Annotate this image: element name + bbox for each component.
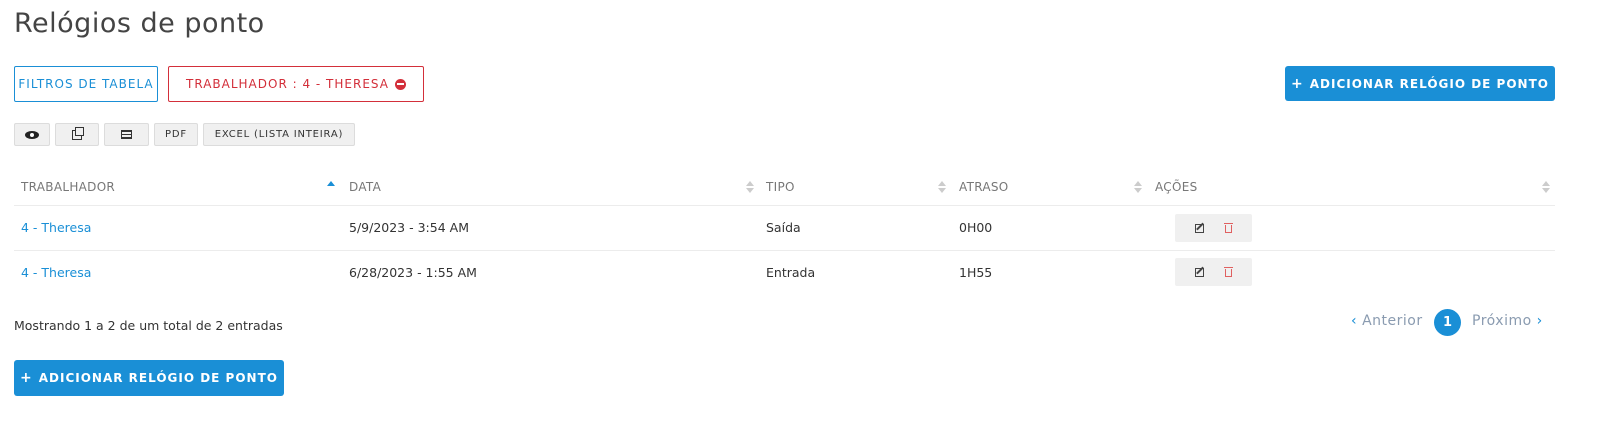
excel-label: EXCEL (LISTA INTEIRA) (214, 129, 344, 140)
edit-icon[interactable] (1195, 223, 1205, 233)
column-header-worker[interactable]: TRABALHADOR (21, 180, 115, 194)
excel-button[interactable]: EXCEL (LISTA INTEIRA) (203, 123, 355, 146)
copy-button[interactable] (55, 123, 99, 146)
add-time-clock-label: ADICIONAR RELÓGIO DE PONTO (38, 371, 278, 385)
sort-icon[interactable] (1134, 181, 1142, 193)
chevron-right-icon: › (1536, 313, 1543, 329)
page-title: Relógios de ponto (14, 8, 265, 39)
pdf-button[interactable]: PDF (154, 123, 198, 146)
previous-label: Anterior (1362, 313, 1423, 329)
date-cell: 5/9/2023 - 3:54 AM (349, 220, 469, 235)
pagination-info: Mostrando 1 a 2 de um total de 2 entrada… (14, 318, 283, 333)
previous-page-link[interactable]: ‹ Anterior (1351, 313, 1423, 329)
active-filter-chip[interactable]: TRABALHADOR : 4 - THERESA (168, 66, 424, 102)
next-label: Próximo (1472, 313, 1532, 329)
column-visibility-button[interactable] (14, 123, 50, 146)
table-divider (14, 205, 1555, 206)
delay-cell: 0H00 (959, 220, 993, 235)
delay-cell: 1H55 (959, 265, 993, 280)
table-filters-label: FILTROS DE TABELA (18, 77, 154, 91)
trash-icon[interactable] (1223, 223, 1233, 233)
row-actions (1175, 214, 1252, 242)
sort-icon[interactable] (938, 181, 946, 193)
remove-filter-icon[interactable] (394, 78, 406, 90)
chevron-left-icon: ‹ (1351, 313, 1358, 329)
current-page-button[interactable]: 1 (1434, 309, 1461, 336)
add-time-clock-button-bottom[interactable]: + ADICIONAR RELÓGIO DE PONTO (14, 360, 284, 396)
worker-link[interactable]: 4 - Theresa (21, 220, 91, 235)
table-icon (121, 130, 132, 139)
type-cell: Entrada (766, 265, 816, 280)
plus-icon: + (1291, 75, 1304, 92)
edit-icon[interactable] (1195, 267, 1205, 277)
date-cell: 6/28/2023 - 1:55 AM (349, 265, 477, 280)
column-header-delay[interactable]: ATRASO (959, 180, 1009, 194)
column-header-type[interactable]: TIPO (766, 180, 795, 194)
column-header-actions: AÇÕES (1155, 180, 1198, 194)
table-divider (14, 250, 1555, 251)
sort-asc-icon[interactable] (327, 181, 335, 193)
trash-icon[interactable] (1223, 267, 1233, 277)
row-actions (1175, 258, 1252, 286)
next-page-link[interactable]: Próximo › (1472, 313, 1543, 329)
eye-icon (25, 130, 39, 139)
add-time-clock-button-top[interactable]: + ADICIONAR RELÓGIO DE PONTO (1285, 66, 1555, 101)
active-filter-label: TRABALHADOR : 4 - THERESA (186, 77, 389, 91)
worker-link[interactable]: 4 - Theresa (21, 265, 91, 280)
table-filters-button[interactable]: FILTROS DE TABELA (14, 66, 158, 102)
add-time-clock-label: ADICIONAR RELÓGIO DE PONTO (1309, 76, 1549, 91)
csv-button[interactable] (104, 123, 149, 146)
sort-icon[interactable] (746, 181, 754, 193)
pdf-label: PDF (165, 129, 187, 140)
column-header-date[interactable]: DATA (349, 180, 381, 194)
plus-icon: + (20, 370, 33, 386)
type-cell: Saída (766, 220, 801, 235)
sort-icon[interactable] (1542, 181, 1550, 193)
copy-icon (72, 126, 84, 140)
